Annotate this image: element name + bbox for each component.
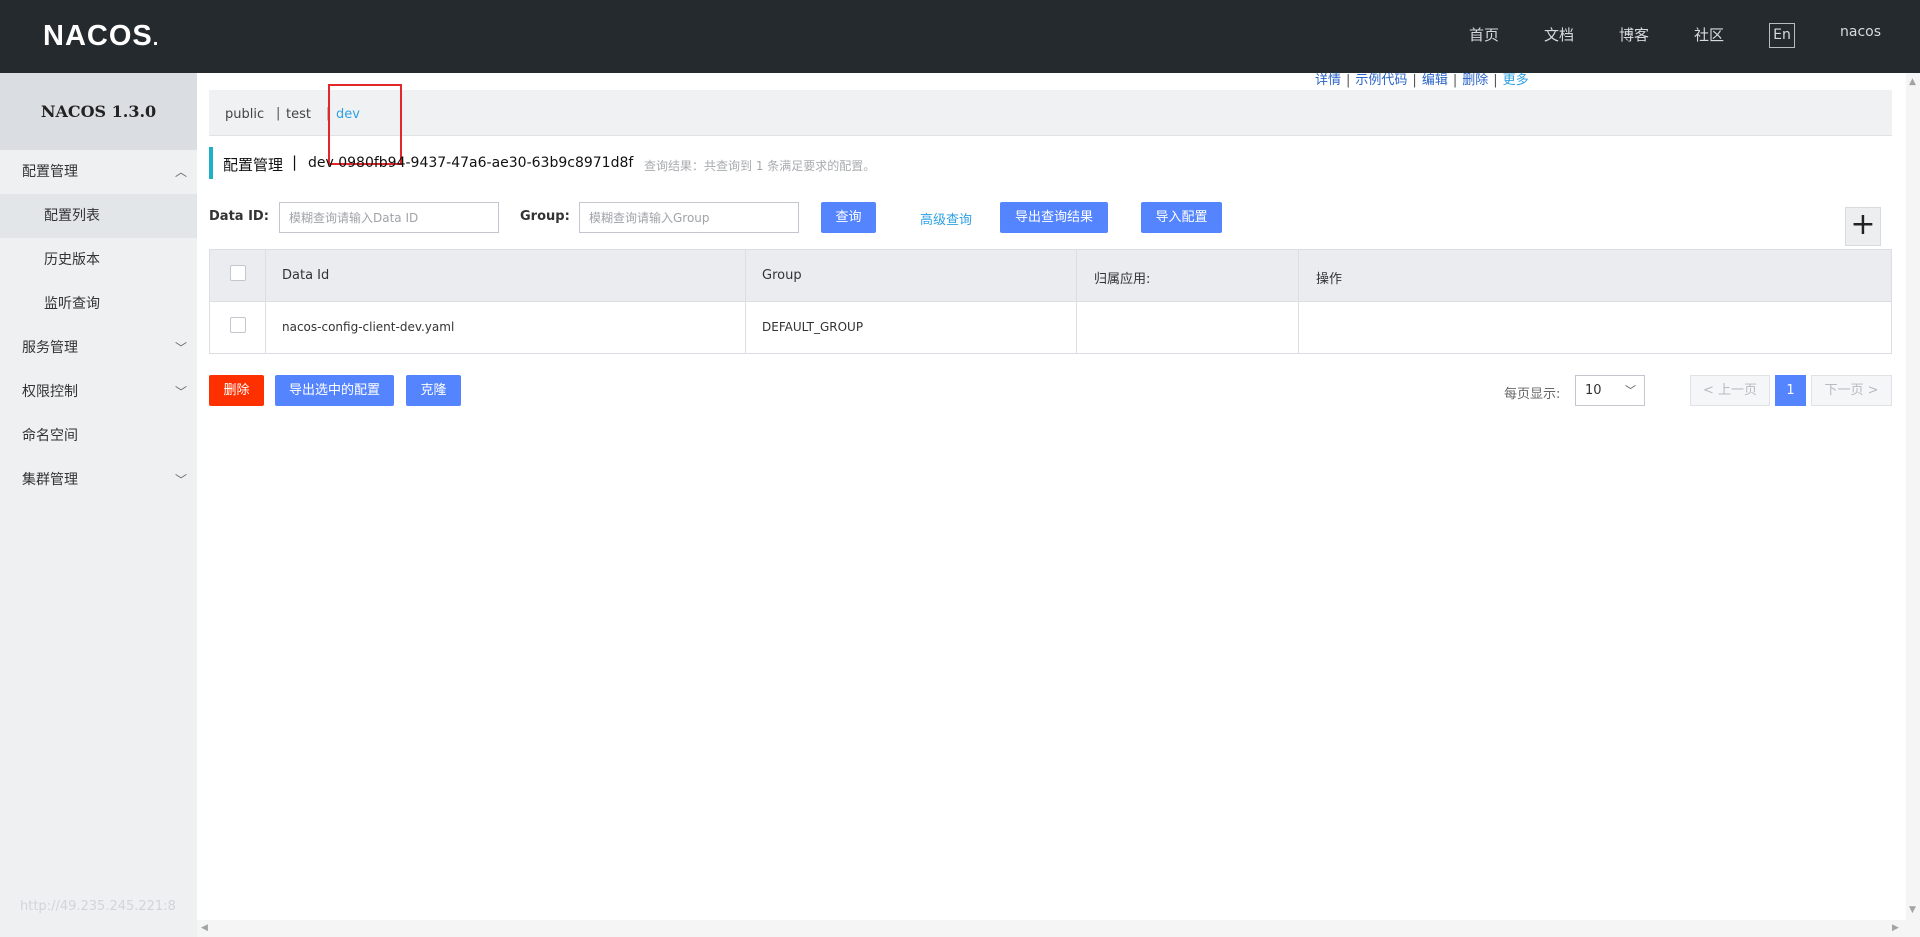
plus-icon[interactable]: + [1845, 207, 1881, 246]
edit-link[interactable]: 编辑 [1422, 73, 1448, 88]
column-header-group: Group [762, 268, 802, 283]
per-page-select[interactable]: 10 ﹀ [1575, 375, 1645, 406]
title-accent-bar [209, 147, 213, 179]
sidebar-item-listener-query[interactable]: 监听查询 [0, 282, 197, 326]
user-menu[interactable]: nacos [1840, 24, 1881, 40]
nav-community[interactable]: 社区 [1694, 24, 1724, 45]
clone-button[interactable]: 克隆 [406, 375, 461, 406]
column-divider [1076, 250, 1077, 353]
namespace-id: dev 0980fb94-9437-47a6-ae30-63b9c8971d8f [308, 155, 634, 171]
next-page-label: 下一页 [1824, 383, 1864, 398]
checkbox-icon[interactable] [230, 317, 246, 333]
column-divider [745, 250, 746, 353]
nacos-logo[interactable]: NACOS. [43, 20, 159, 53]
query-button[interactable]: 查询 [821, 202, 876, 233]
sidebar-item-label: 权限控制 [22, 384, 78, 400]
delete-button[interactable]: 删除 [209, 375, 264, 406]
status-url-text: http://49.235.245.221:8 [20, 899, 176, 914]
cell-group: DEFAULT_GROUP [762, 320, 864, 334]
sidebar-item-label: 集群管理 [22, 472, 78, 488]
sidebar-item-label: 配置列表 [44, 208, 100, 224]
op-separator: | [1452, 73, 1458, 88]
sidebar-item-label: 监听查询 [44, 296, 100, 312]
horizontal-scrollbar[interactable]: ◀ ▶ [197, 920, 1906, 937]
sidebar: NACOS 1.3.0 配置管理 ︿ 配置列表 历史版本 监听查询 服务管理 ﹀… [0, 73, 197, 937]
prev-page-label: 上一页 [1718, 383, 1758, 398]
chevron-down-icon: ﹀ [1625, 384, 1636, 397]
op-separator: | [1493, 73, 1498, 88]
page-title: 配置管理 [223, 156, 284, 174]
query-result-info: 查询结果：共查询到 1 条满足要求的配置。 [644, 159, 876, 173]
nav-docs[interactable]: 文档 [1544, 24, 1574, 45]
top-header: NACOS. 首页 文档 博客 社区 En nacos [0, 0, 1920, 73]
op-separator: | [1346, 73, 1351, 88]
table-header: Data Id Group 归属应用: 操作 [210, 250, 1891, 302]
column-header-operations: 操作 [1316, 272, 1343, 287]
column-header-data-id: Data Id [282, 268, 330, 283]
sidebar-item-cluster-management[interactable]: 集群管理 ﹀ [0, 458, 197, 502]
nav-home[interactable]: 首页 [1469, 24, 1499, 45]
group-search-input[interactable] [579, 202, 799, 233]
language-toggle-button[interactable]: En [1769, 23, 1795, 48]
chevron-left-icon: < [1702, 383, 1714, 398]
nav-blog[interactable]: 博客 [1619, 24, 1649, 45]
scroll-right-arrow-icon[interactable]: ▶ [1892, 923, 1899, 933]
column-divider [1298, 250, 1299, 353]
sidebar-item-label: 服务管理 [22, 340, 78, 356]
more-link[interactable]: 更多 [1503, 73, 1529, 88]
advanced-query-link[interactable]: 高级查询 [920, 209, 972, 228]
sidebar-item-config-management[interactable]: 配置管理 ︿ [0, 150, 197, 194]
chevron-down-icon: ﹀ [174, 473, 187, 487]
per-page-value: 10 [1585, 383, 1602, 398]
chevron-right-icon: > [1867, 383, 1879, 398]
config-table: Data Id Group 归属应用: 操作 nacos-config-clie… [209, 249, 1892, 354]
data-id-label: Data ID: [209, 209, 269, 224]
chevron-down-icon: ﹀ [174, 341, 187, 355]
sidebar-item-label: 命名空间 [22, 428, 78, 444]
data-id-search-input[interactable] [279, 202, 499, 233]
sidebar-item-config-list[interactable]: 配置列表 [0, 194, 197, 238]
import-config-button[interactable]: 导入配置 [1141, 202, 1222, 233]
group-label: Group: [520, 209, 570, 224]
row-operations: 详情 | 示例代码 | 编辑 | 删除 | 更多 [1315, 69, 1529, 88]
page-1-button[interactable]: 1 [1775, 375, 1806, 406]
cell-data-id: nacos-config-client-dev.yaml [282, 320, 455, 334]
sidebar-item-label: 历史版本 [44, 252, 100, 268]
chevron-up-icon: ︿ [174, 165, 187, 179]
sidebar-item-service-management[interactable]: 服务管理 ﹀ [0, 326, 197, 370]
op-separator: | [1412, 73, 1417, 88]
title-separator: | [292, 153, 298, 171]
column-divider [265, 250, 266, 353]
detail-link[interactable]: 详情 [1315, 73, 1341, 88]
column-header-app: 归属应用: [1094, 272, 1151, 287]
version-title: NACOS 1.3.0 [0, 73, 197, 150]
scroll-down-arrow-icon[interactable]: ▼ [1909, 905, 1916, 915]
scroll-up-arrow-icon[interactable]: ▲ [1909, 77, 1916, 87]
prev-page-button[interactable]: < 上一页 [1690, 375, 1770, 406]
namespace-separator: | [276, 106, 281, 121]
namespace-bar: public | test | dev [209, 90, 1892, 136]
delete-link[interactable]: 删除 [1462, 73, 1488, 88]
namespace-tab-public[interactable]: public [225, 107, 264, 122]
export-query-results-button[interactable]: 导出查询结果 [1000, 202, 1108, 233]
checkbox-icon[interactable] [230, 265, 246, 281]
sidebar-item-label: 配置管理 [22, 164, 78, 180]
per-page-label: 每页显示: [1504, 387, 1561, 402]
sidebar-item-history[interactable]: 历史版本 [0, 238, 197, 282]
sample-code-link[interactable]: 示例代码 [1355, 73, 1407, 88]
sidebar-item-access-control[interactable]: 权限控制 ﹀ [0, 370, 197, 414]
sidebar-item-namespace[interactable]: 命名空间 [0, 414, 197, 458]
vertical-scrollbar[interactable]: ▲ ▼ [1906, 73, 1920, 937]
next-page-button[interactable]: 下一页 > [1811, 375, 1892, 406]
chevron-down-icon: ﹀ [174, 385, 187, 399]
highlight-annotation-box [328, 84, 402, 165]
scroll-left-arrow-icon[interactable]: ◀ [201, 923, 208, 933]
export-selected-button[interactable]: 导出选中的配置 [275, 375, 394, 406]
namespace-tab-test[interactable]: test [286, 107, 311, 122]
